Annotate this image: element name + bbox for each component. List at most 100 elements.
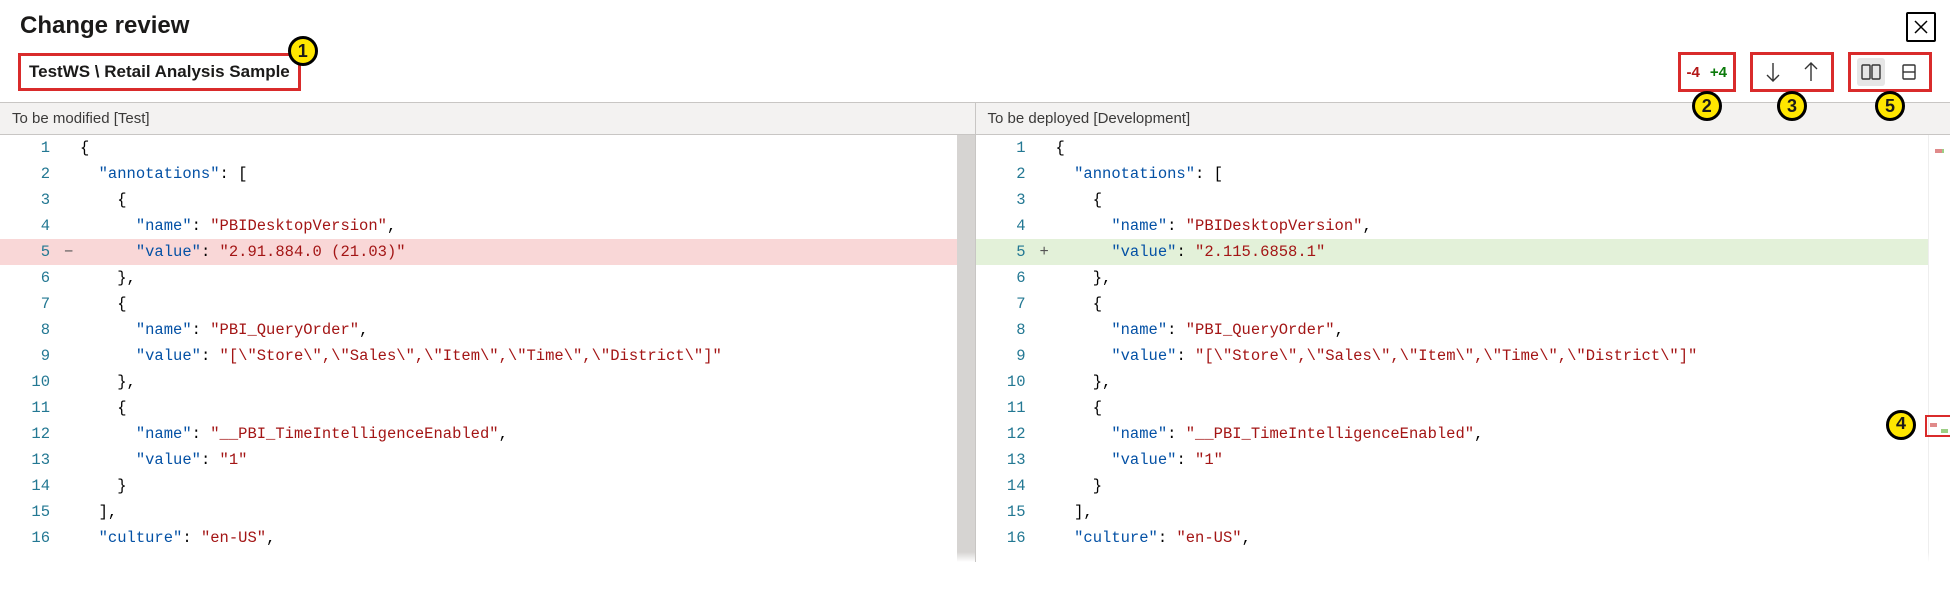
left-code-pane[interactable]: 1 {2 "annotations": [ 3 {4 "name": "PBIDes…: [0, 135, 975, 562]
line-number: 9: [976, 347, 1040, 365]
line-number: 7: [976, 295, 1040, 313]
line-number: 16: [0, 529, 64, 547]
line-number: 6: [0, 269, 64, 287]
callout-2: 2: [1692, 91, 1722, 121]
line-number: 1: [0, 139, 64, 157]
code-source: },: [1054, 269, 1950, 287]
code-line: 14 }: [0, 473, 975, 499]
code-source: "name": "PBI_QueryOrder",: [78, 321, 975, 339]
code-source: "value": "2.91.884.0 (21.03)": [78, 243, 975, 261]
breadcrumb-item: Retail Analysis Sample: [104, 62, 290, 81]
code-line: 14 }: [976, 473, 1950, 499]
code-line: 4 "name": "PBIDesktopVersion",: [976, 213, 1950, 239]
line-number: 1: [976, 139, 1040, 157]
line-number: 8: [976, 321, 1040, 339]
code-line: 16 "culture": "en-US",: [0, 525, 975, 551]
diff-marker: −: [64, 243, 78, 261]
diff-count-group: -4 +4 2: [1678, 52, 1736, 92]
line-number: 3: [0, 191, 64, 209]
line-number: 2: [0, 165, 64, 183]
left-scrollbar[interactable]: [957, 135, 975, 562]
breadcrumb-sep: \: [90, 62, 104, 81]
minimap-change-marker[interactable]: [1925, 415, 1950, 437]
side-by-side-button[interactable]: [1857, 58, 1885, 86]
line-number: 6: [976, 269, 1040, 287]
line-number: 4: [976, 217, 1040, 235]
code-line: 12 "name": "__PBI_TimeIntelligenceEnable…: [976, 421, 1950, 447]
line-number: 2: [976, 165, 1040, 183]
prev-diff-button[interactable]: [1797, 58, 1825, 86]
code-source: "value": "[\"Store\",\"Sales\",\"Item\",…: [78, 347, 975, 365]
code-source: }: [78, 477, 975, 495]
code-line: 7 {: [976, 291, 1950, 317]
callout-5: 5: [1875, 91, 1905, 121]
line-number: 9: [0, 347, 64, 365]
side-by-side-icon: [1861, 63, 1881, 81]
line-number: 10: [976, 373, 1040, 391]
close-icon: [1911, 17, 1931, 37]
arrow-down-icon: [1764, 61, 1782, 83]
right-code-pane[interactable]: 1{2 "annotations": [3 {4 "name": "PBIDes…: [975, 135, 1950, 562]
code-line: 15 ],: [0, 499, 975, 525]
code-source: "name": "__PBI_TimeIntelligenceEnabled",: [78, 425, 975, 443]
line-number: 5: [976, 243, 1040, 261]
code-line: 2 "annotations": [: [976, 161, 1950, 187]
code-line: 6 },: [0, 265, 975, 291]
code-line: 11 {: [976, 395, 1950, 421]
nav-diff-group: 3: [1750, 52, 1834, 92]
code-source: "culture": "en-US",: [78, 529, 975, 547]
code-source: ],: [78, 503, 975, 521]
code-source: {: [1054, 295, 1950, 313]
breadcrumb-workspace: TestWS: [29, 62, 90, 81]
code-source: },: [78, 373, 975, 391]
code-source: {: [1054, 139, 1950, 157]
code-line: 10 },: [0, 369, 975, 395]
code-source: "value": "[\"Store\",\"Sales\",\"Item\",…: [1054, 347, 1950, 365]
added-count: +4: [1710, 64, 1727, 81]
code-source: "value": "1": [1054, 451, 1950, 469]
line-number: 11: [0, 399, 64, 417]
next-diff-button[interactable]: [1759, 58, 1787, 86]
inline-view-icon: [1901, 63, 1917, 81]
code-line: 13 "value": "1": [0, 447, 975, 473]
line-number: 13: [976, 451, 1040, 469]
line-number: 13: [0, 451, 64, 469]
line-number: 16: [976, 529, 1040, 547]
line-number: 12: [976, 425, 1040, 443]
callout-4: 4: [1886, 410, 1916, 440]
code-line: 9 "value": "[\"Store\",\"Sales\",\"Item\…: [0, 343, 975, 369]
code-line: 16 "culture": "en-US",: [976, 525, 1950, 551]
line-number: 4: [0, 217, 64, 235]
code-line: 15 ],: [976, 499, 1950, 525]
inline-view-button[interactable]: [1895, 58, 1923, 86]
code-source: {: [78, 295, 975, 313]
code-line: 9 "value": "[\"Store\",\"Sales\",\"Item\…: [976, 343, 1950, 369]
code-source: "name": "PBI_QueryOrder",: [1054, 321, 1950, 339]
callout-3: 3: [1777, 91, 1807, 121]
line-number: 15: [976, 503, 1040, 521]
code-source: "annotations": [: [78, 165, 975, 183]
close-button[interactable]: [1906, 12, 1936, 42]
line-number: 11: [976, 399, 1040, 417]
line-number: 12: [0, 425, 64, 443]
minimap[interactable]: [1928, 135, 1950, 562]
code-line: 3 {: [0, 187, 975, 213]
removed-count: -4: [1687, 64, 1700, 81]
line-number: 10: [0, 373, 64, 391]
code-source: "value": "1": [78, 451, 975, 469]
code-line: 8 "name": "PBI_QueryOrder",: [976, 317, 1950, 343]
dialog-title: Change review: [20, 12, 189, 40]
line-number: 8: [0, 321, 64, 339]
code-line: 7 {: [0, 291, 975, 317]
view-mode-group: 5: [1848, 52, 1932, 92]
line-number: 14: [976, 477, 1040, 495]
arrow-up-icon: [1802, 61, 1820, 83]
line-number: 15: [0, 503, 64, 521]
code-line: 12 "name": "__PBI_TimeIntelligenceEnable…: [0, 421, 975, 447]
code-line: 10 },: [976, 369, 1950, 395]
code-line: 1{: [976, 135, 1950, 161]
line-number: 14: [0, 477, 64, 495]
breadcrumb: TestWS \ Retail Analysis Sample 1: [18, 53, 301, 91]
code-line: 4 "name": "PBIDesktopVersion",: [0, 213, 975, 239]
code-source: "culture": "en-US",: [1054, 529, 1950, 547]
